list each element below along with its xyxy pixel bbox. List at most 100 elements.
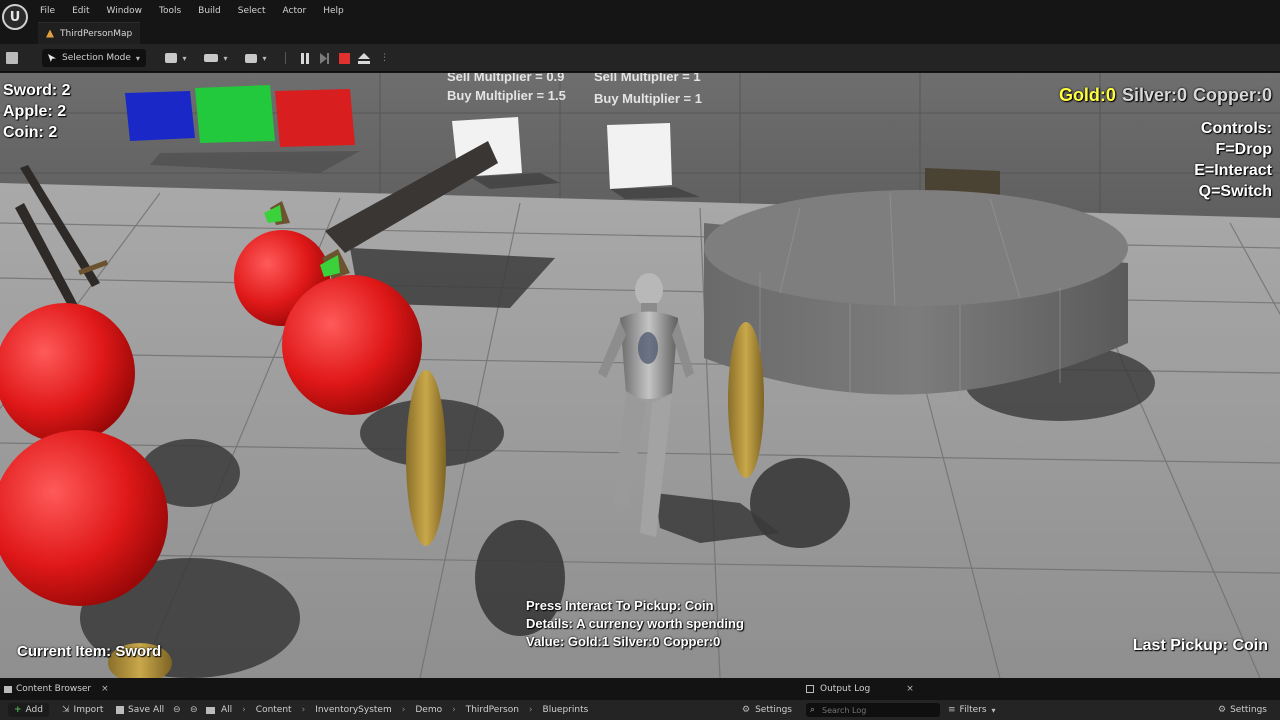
settings-button[interactable]: ⚙ Settings: [742, 703, 792, 717]
pickup-prompt: Press Interact To Pickup: Coin: [526, 598, 714, 613]
currency-display: Gold:0 Silver:0 Copper:0: [1059, 85, 1272, 106]
step-forward-icon: [319, 52, 329, 64]
controls-switch: Q=Switch: [1198, 183, 1272, 200]
menu-tools[interactable]: Tools: [159, 6, 181, 16]
breadcrumb-item[interactable]: Blueprints: [543, 705, 589, 715]
coin: [728, 322, 764, 478]
tab-third-person-map[interactable]: ThirdPersonMap: [38, 22, 141, 44]
clapper-icon: [245, 53, 258, 63]
pause-button[interactable]: [298, 50, 312, 66]
import-button[interactable]: ⇲ Import: [62, 703, 103, 717]
import-label: Import: [73, 705, 104, 715]
history-forward-button[interactable]: ⊖: [190, 703, 198, 717]
plus-icon: +: [14, 705, 22, 715]
tab-label: Output Log: [820, 684, 871, 694]
main-toolbar: Selection Mode ▾ ▾ ▾ ▾ ⋮: [0, 44, 1280, 72]
currency-copper: Copper:0: [1192, 85, 1272, 105]
chevron-down-icon: ▾: [135, 53, 140, 63]
history-back-button[interactable]: ⊖: [173, 703, 181, 717]
selection-mode-label: Selection Mode: [62, 53, 131, 63]
chevron-right-icon: ›: [401, 705, 406, 715]
add-button[interactable]: + Add: [8, 703, 49, 717]
menu-bar: U File Edit Window Tools Build Select Ac…: [0, 0, 1280, 30]
save-icon: [116, 706, 124, 714]
close-icon[interactable]: ×: [101, 684, 109, 694]
green-cube: [195, 85, 275, 143]
red-cube: [275, 89, 355, 147]
menu-items: File Edit Window Tools Build Select Acto…: [40, 0, 361, 22]
level-icon: [46, 29, 54, 38]
search-log-input[interactable]: [822, 705, 932, 715]
gear-icon: ⚙: [742, 705, 751, 715]
tab-content-browser[interactable]: Content Browser ×: [4, 682, 109, 696]
unreal-logo-icon[interactable]: U: [2, 4, 28, 30]
current-item: Current Item: Sword: [17, 643, 162, 660]
platform-top: [704, 190, 1128, 306]
menu-file[interactable]: File: [40, 6, 55, 16]
content-browser-toolbar: + Add ⇲ Import Save All ⊖ ⊖ All › Conten…: [0, 700, 1280, 720]
breadcrumb-item[interactable]: Demo: [415, 705, 442, 715]
log-settings-button[interactable]: ⚙ Settings: [1218, 703, 1267, 717]
chevron-down-icon: ▾: [262, 53, 267, 63]
wall-label: Buy Multiplier = 1: [594, 91, 702, 106]
breadcrumb: All › Content › InventorySystem › Demo ›…: [206, 703, 588, 717]
inventory-apple-count: Apple: 2: [3, 103, 67, 120]
breadcrumb-item[interactable]: InventorySystem: [315, 705, 392, 715]
inventory-sword-count: Sword: 2: [3, 82, 71, 99]
coin: [406, 370, 446, 546]
game-scene: Sell Multiplier = 0.9 Buy Multiplier = 1…: [0, 73, 1280, 678]
eject-icon: [358, 52, 370, 64]
last-pickup: Last Pickup: Coin: [1132, 637, 1268, 654]
menu-window[interactable]: Window: [107, 6, 143, 16]
save-all-button[interactable]: Save All: [116, 703, 164, 717]
more-options-icon[interactable]: ⋮: [380, 50, 389, 66]
tab-label: Content Browser: [16, 684, 92, 694]
settings-label: Settings: [755, 705, 792, 715]
breadcrumb-item[interactable]: Content: [256, 705, 292, 715]
chevron-right-icon: ›: [452, 705, 456, 715]
currency-gold: Gold:0: [1058, 85, 1116, 105]
add-actor-button[interactable]: ▾: [162, 50, 190, 66]
search-log-field[interactable]: ⌕: [806, 703, 940, 717]
gear-icon: ⚙: [1218, 705, 1227, 715]
blueprint-icon: [204, 54, 219, 62]
menu-help[interactable]: Help: [323, 6, 344, 16]
blueprint-button[interactable]: ▾: [202, 50, 230, 66]
forward-arrow-icon: ⊖: [190, 705, 198, 715]
blue-cube: [125, 91, 195, 141]
save-icon[interactable]: [6, 52, 18, 64]
pickup-details: Details: A currency worth spending: [526, 616, 744, 631]
stop-button[interactable]: [337, 50, 351, 66]
search-icon: ⌕: [810, 705, 816, 715]
chevron-right-icon: ›: [301, 705, 306, 715]
step-button[interactable]: [317, 50, 331, 66]
tab-output-log[interactable]: Output Log ×: [806, 682, 914, 696]
menu-edit[interactable]: Edit: [72, 6, 89, 16]
selection-mode-dropdown[interactable]: Selection Mode ▾: [42, 49, 146, 67]
pause-icon: [301, 52, 309, 64]
eject-button[interactable]: [357, 50, 371, 66]
breadcrumb-item[interactable]: All: [221, 705, 232, 715]
level-viewport[interactable]: Sell Multiplier = 0.9 Buy Multiplier = 1…: [0, 73, 1280, 678]
close-icon[interactable]: ×: [906, 684, 914, 694]
controls-drop: F=Drop: [1215, 141, 1272, 158]
wall-label: Sell Multiplier = 1: [594, 73, 701, 84]
bottom-panel: Content Browser × Output Log × + Add ⇲ I…: [0, 678, 1280, 720]
menu-select[interactable]: Select: [238, 6, 266, 16]
breadcrumb-item[interactable]: ThirdPerson: [466, 705, 519, 715]
menu-actor[interactable]: Actor: [283, 6, 307, 16]
apple: [282, 275, 422, 415]
folder-icon: [206, 706, 215, 714]
import-icon: ⇲: [62, 705, 70, 715]
menu-build[interactable]: Build: [198, 6, 221, 16]
wall-label: Sell Multiplier = 0.9: [447, 73, 564, 84]
stop-icon: [338, 52, 350, 64]
controls-title: Controls:: [1200, 120, 1272, 137]
cube-add-icon: [165, 53, 178, 63]
apple: [0, 430, 168, 606]
controls-interact: E=Interact: [1194, 162, 1272, 179]
cinematics-button[interactable]: ▾: [242, 50, 270, 66]
filters-dropdown[interactable]: ≡ Filters ▾: [948, 703, 996, 717]
chevron-right-icon: ›: [528, 705, 533, 715]
folder-icon: [4, 685, 12, 693]
